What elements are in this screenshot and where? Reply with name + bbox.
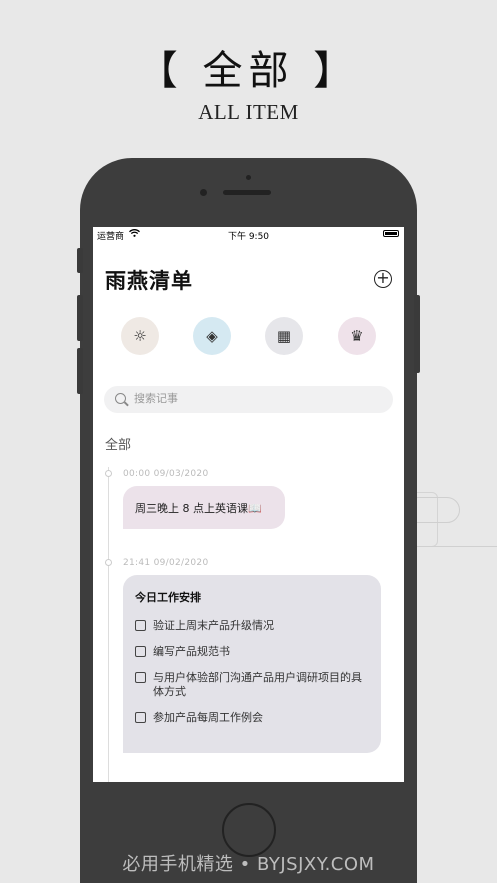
todo-item: 编写产品规范书 (135, 645, 369, 659)
crown-icon: ♛ (350, 327, 364, 345)
todo-checkbox[interactable] (135, 672, 146, 683)
todo-item: 验证上周末产品升级情况 (135, 619, 369, 633)
home-button[interactable] (222, 803, 276, 857)
sun-icon: ☼ (133, 327, 147, 345)
todo-checkbox[interactable] (135, 620, 146, 631)
note-timestamp: 00:00 09/03/2020 (123, 469, 209, 479)
category-crown-button[interactable]: ♛ (338, 317, 376, 355)
note-title: 今日工作安排 (135, 591, 201, 604)
plus-circle-icon: + (376, 268, 390, 287)
status-time: 下午 9:50 (227, 232, 270, 242)
checklist-note-card[interactable]: 今日工作安排 验证上周末产品升级情况 编写产品规范书 与用户体验部门沟通产品用户… (123, 575, 381, 753)
promo-title: 【 全部 】 (137, 48, 360, 94)
todo-item: 参加产品每周工作例会 (135, 711, 369, 725)
todo-text: 验证上周末产品升级情况 (153, 619, 274, 632)
todo-checkbox[interactable] (135, 646, 146, 657)
battery-icon (383, 230, 399, 237)
todo-text: 与用户体验部门沟通产品用户调研项目的具体方式 (153, 671, 362, 698)
watermark: 必用手机精选 • BYJSJXY.COM (122, 854, 375, 875)
search-icon (115, 393, 126, 404)
category-calendar-button[interactable]: ▦ (265, 317, 303, 355)
volume-up-button (77, 295, 83, 341)
note-card[interactable]: 周三晚上 8 点上英语课📖 (123, 486, 285, 529)
timeline-line (108, 467, 109, 782)
status-bar: 运营商 下午 9:50 (93, 227, 404, 242)
todo-item: 与用户体验部门沟通产品用户调研项目的具体方式 (135, 671, 369, 699)
category-layers-button[interactable]: ◈ (193, 317, 231, 355)
promo-subtitle: ALL ITEM (198, 100, 299, 124)
category-sun-button[interactable]: ☼ (121, 317, 159, 355)
timeline-dot (105, 470, 112, 477)
note-timestamp: 21:41 09/02/2020 (123, 558, 209, 568)
front-camera (200, 189, 207, 196)
camera-dot (246, 175, 251, 180)
add-note-button[interactable]: + (374, 270, 392, 288)
calendar-icon: ▦ (276, 327, 292, 345)
todo-text: 参加产品每周工作例会 (153, 711, 263, 724)
mute-switch (77, 248, 83, 273)
todo-text: 编写产品规范书 (153, 645, 230, 658)
earpiece-speaker (223, 190, 271, 195)
app-screen: 运营商 下午 9:50 雨燕清单 + ☼ ◈ ▦ ♛ 全部 00:00 09/0… (93, 227, 404, 782)
background-divider (412, 546, 497, 547)
search-input[interactable] (134, 392, 374, 405)
section-label: 全部 (105, 438, 132, 453)
timeline-dot (105, 559, 112, 566)
volume-down-button (77, 348, 83, 394)
search-bar[interactable] (104, 386, 393, 413)
app-title: 雨燕清单 (105, 269, 193, 293)
todo-checkbox[interactable] (135, 712, 146, 723)
layers-icon: ◈ (206, 327, 218, 345)
note-text: 周三晚上 8 点上英语课📖 (135, 502, 262, 515)
power-button (414, 295, 420, 373)
